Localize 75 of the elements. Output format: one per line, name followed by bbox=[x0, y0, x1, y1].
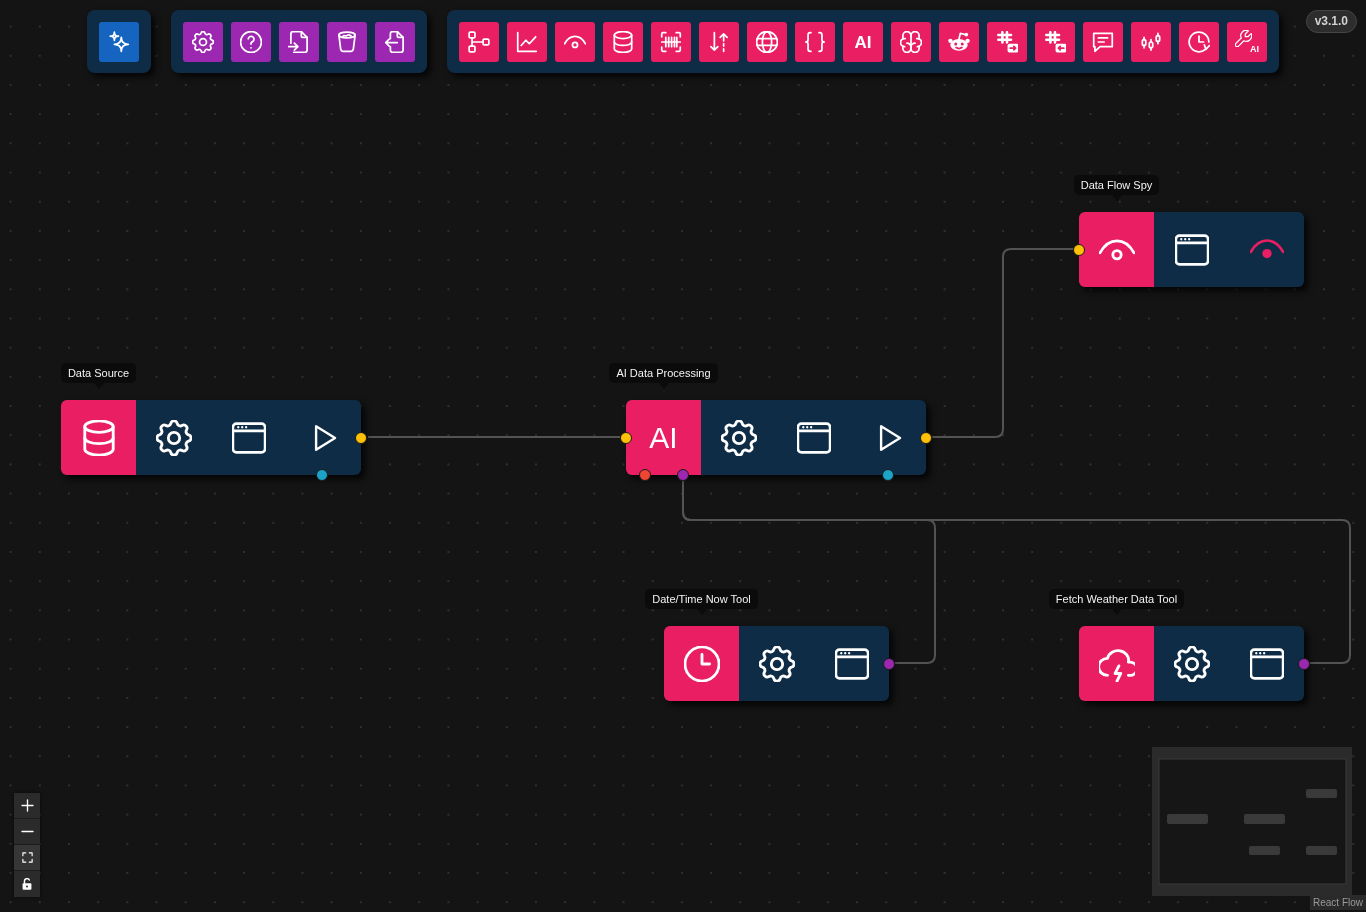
connection-handle[interactable] bbox=[316, 469, 328, 481]
database-icon bbox=[80, 419, 117, 456]
hashtag-arrow-right-icon bbox=[996, 31, 1018, 53]
database-icon bbox=[612, 31, 634, 53]
brain-icon bbox=[900, 31, 922, 53]
ai-tool-button[interactable]: AI bbox=[1227, 22, 1267, 62]
candlestick-button[interactable] bbox=[1131, 22, 1171, 62]
barcode-scan-icon bbox=[660, 31, 682, 53]
connection-handle[interactable] bbox=[355, 431, 367, 444]
sort-arrows-icon bbox=[708, 31, 730, 53]
gear-icon bbox=[758, 645, 795, 682]
gear-icon bbox=[155, 419, 192, 456]
help-icon bbox=[240, 31, 262, 53]
node-label: Date/Time Now Tool bbox=[645, 589, 758, 615]
file-export-icon bbox=[384, 31, 406, 53]
connection-handle[interactable] bbox=[883, 657, 895, 670]
connection-handle[interactable] bbox=[882, 469, 894, 481]
braces-button[interactable] bbox=[795, 22, 835, 62]
line-chart-button[interactable] bbox=[507, 22, 547, 62]
connection-handle[interactable] bbox=[1298, 657, 1310, 670]
gear-icon bbox=[192, 31, 214, 53]
hierarchy-icon bbox=[468, 31, 490, 53]
ai-button[interactable]: AI bbox=[843, 22, 883, 62]
clock-icon bbox=[683, 645, 720, 682]
globe-icon bbox=[756, 31, 778, 53]
help-button[interactable] bbox=[231, 22, 271, 62]
alien-head-icon bbox=[948, 31, 970, 53]
clock-arrow-icon bbox=[1188, 31, 1210, 53]
hashtag-in-button[interactable] bbox=[1035, 22, 1075, 62]
candlestick-icon bbox=[1140, 31, 1162, 53]
export-button[interactable] bbox=[375, 22, 415, 62]
padlock-icon bbox=[21, 878, 33, 890]
node-label: Fetch Weather Data Tool bbox=[1048, 589, 1185, 615]
chat-button[interactable] bbox=[1083, 22, 1123, 62]
barcode-button[interactable] bbox=[651, 22, 691, 62]
file-import-icon bbox=[288, 31, 310, 53]
bucket-icon bbox=[336, 31, 358, 53]
gear-icon bbox=[1173, 645, 1210, 682]
wrench-icon bbox=[1235, 30, 1252, 47]
window-icon bbox=[796, 420, 831, 455]
clock-arrow-button[interactable] bbox=[1179, 22, 1219, 62]
node-label: Data Flow Spy bbox=[1073, 175, 1160, 201]
flow-node-button[interactable] bbox=[459, 22, 499, 62]
chat-bubble-icon bbox=[1092, 31, 1114, 53]
alien-button[interactable] bbox=[939, 22, 979, 62]
node-label: Data Source bbox=[60, 363, 137, 389]
hashtag-out-button[interactable] bbox=[987, 22, 1027, 62]
attribution-link[interactable]: React Flow bbox=[1310, 895, 1366, 910]
plus-icon bbox=[20, 799, 34, 812]
window-icon bbox=[1249, 646, 1284, 681]
sparkles-button[interactable] bbox=[99, 22, 139, 62]
fit-view-icon bbox=[21, 852, 33, 863]
bucket-button[interactable] bbox=[327, 22, 367, 62]
window-icon bbox=[1174, 232, 1209, 267]
settings-button[interactable] bbox=[183, 22, 223, 62]
ai-label: AI bbox=[648, 419, 679, 456]
version-badge: v3.1.0 bbox=[1305, 10, 1357, 33]
fit-view-button[interactable] bbox=[14, 845, 40, 871]
import-button[interactable] bbox=[279, 22, 319, 62]
brain-button[interactable] bbox=[891, 22, 931, 62]
gear-icon bbox=[720, 419, 757, 456]
eye-button[interactable] bbox=[555, 22, 595, 62]
hashtag-arrow-left-icon bbox=[1044, 31, 1066, 53]
sort-button[interactable] bbox=[699, 22, 739, 62]
braces-icon bbox=[804, 31, 826, 53]
globe-button[interactable] bbox=[747, 22, 787, 62]
node-label: AI Data Processing bbox=[609, 363, 718, 389]
connection-handle[interactable] bbox=[920, 431, 932, 444]
line-chart-icon bbox=[516, 31, 538, 53]
window-icon bbox=[834, 646, 869, 681]
database-button[interactable] bbox=[603, 22, 643, 62]
sparkles-icon bbox=[108, 31, 130, 53]
window-icon bbox=[231, 420, 266, 455]
zoom-in-button[interactable] bbox=[14, 793, 40, 819]
lock-button[interactable] bbox=[14, 871, 40, 897]
